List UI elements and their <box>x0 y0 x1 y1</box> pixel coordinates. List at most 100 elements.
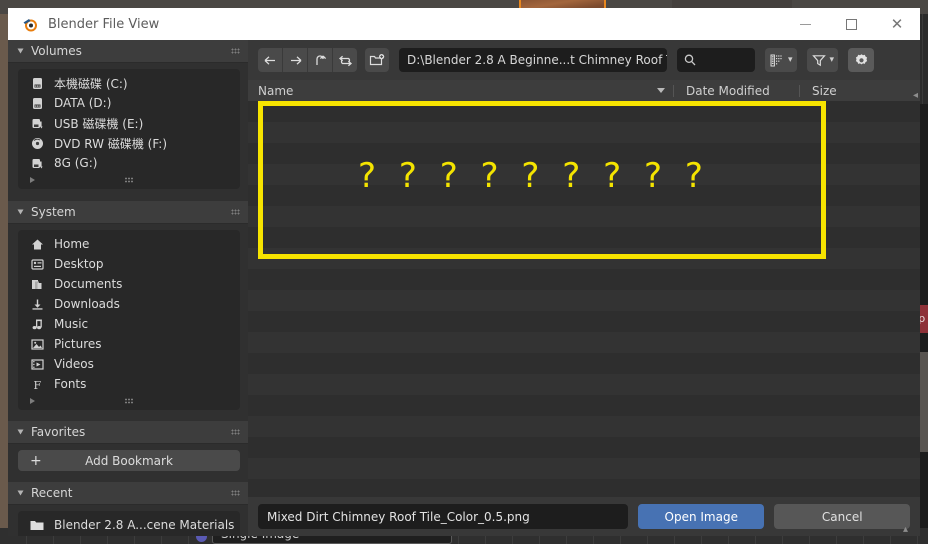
open-image-button[interactable]: Open Image <box>638 504 765 529</box>
file-row[interactable] <box>248 311 920 332</box>
filter-funnel-icon <box>811 53 827 68</box>
sidebar-item-label: DATA (D:) <box>54 96 112 110</box>
chevron-right-icon <box>30 177 35 183</box>
filter-dropdown[interactable]: ▾ <box>806 48 839 72</box>
column-header-name[interactable]: Name <box>248 80 673 101</box>
sidebar-item-label: Pictures <box>54 337 102 351</box>
disk-drive-icon <box>28 95 46 111</box>
navigation-button-group <box>258 48 357 72</box>
chevron-right-icon <box>30 398 35 404</box>
display-mode-dropdown[interactable]: ▾ <box>765 48 797 72</box>
close-button[interactable]: ✕ <box>874 8 920 40</box>
open-image-label: Open Image <box>664 509 738 524</box>
path-input[interactable]: D:\Blender 2.8 A Beginne...t Chimney Roo… <box>399 48 667 72</box>
sidebar-item-volume-c[interactable]: 本機磁碟 (C:) <box>18 73 240 93</box>
chevron-left-icon[interactable]: ◂ <box>913 90 918 101</box>
sidebar-item-documents[interactable]: Documents <box>18 274 240 294</box>
file-row[interactable] <box>248 269 920 290</box>
video-icon <box>28 356 46 372</box>
sidebar-section-system-header[interactable]: System <box>8 201 248 224</box>
sidebar-item-label: Videos <box>54 357 94 371</box>
file-row[interactable] <box>248 395 920 416</box>
missing-glyph-placeholders: ? ? ? ? ? ? ? ? ? <box>358 156 709 196</box>
background-left-edge <box>0 14 8 528</box>
sidebar-section-favorites-header[interactable]: Favorites <box>8 421 248 444</box>
system-more-row[interactable] <box>18 394 240 408</box>
sidebar-item-downloads[interactable]: Downloads <box>18 294 240 314</box>
volumes-more-row[interactable] <box>18 173 240 187</box>
file-list[interactable]: ? ? ? ? ? ? ? ? ? <box>248 101 920 497</box>
file-row[interactable] <box>248 332 920 353</box>
file-row[interactable] <box>248 437 920 458</box>
sidebar: Volumes 本機磁碟 (C:) DATA (D:) USB 磁碟機 (E:)… <box>8 40 248 536</box>
file-row[interactable] <box>248 479 920 497</box>
cancel-button[interactable]: Cancel <box>774 504 910 529</box>
filename-input[interactable]: Mixed Dirt Chimney Roof Tile_Color_0.5.p… <box>258 504 628 529</box>
column-header-row: Name Date Modified Size ◂ <box>248 80 920 101</box>
sidebar-item-volume-e[interactable]: USB 磁碟機 (E:) <box>18 113 240 133</box>
drag-grip-icon[interactable] <box>231 490 240 496</box>
music-note-icon <box>28 316 46 332</box>
sort-descending-icon[interactable] <box>657 88 665 93</box>
file-row[interactable] <box>248 353 920 374</box>
volumes-list: 本機磁碟 (C:) DATA (D:) USB 磁碟機 (E:) DVD RW … <box>18 69 240 189</box>
sidebar-item-volume-f[interactable]: DVD RW 磁碟機 (F:) <box>18 133 240 153</box>
settings-button[interactable] <box>848 48 875 72</box>
search-input[interactable] <box>677 48 755 72</box>
filename-value: Mixed Dirt Chimney Roof Tile_Color_0.5.p… <box>267 509 530 524</box>
sidebar-item-videos[interactable]: Videos <box>18 354 240 374</box>
sidebar-item-volume-d[interactable]: DATA (D:) <box>18 93 240 113</box>
download-icon <box>28 296 46 312</box>
usb-drive-icon <box>28 155 46 171</box>
sidebar-item-desktop[interactable]: Desktop <box>18 254 240 274</box>
file-row[interactable] <box>248 416 920 437</box>
sidebar-item-label: Desktop <box>54 257 104 271</box>
dialog-body: Volumes 本機磁碟 (C:) DATA (D:) USB 磁碟機 (E:)… <box>8 40 920 536</box>
file-view-window: Blender File View ✕ Volumes 本機磁碟 (C:) DA… <box>8 8 920 536</box>
sidebar-item-recent-0[interactable]: Blender 2.8 A...cene Materials <box>18 515 240 535</box>
path-value: D:\Blender 2.8 A Beginne...t Chimney Roo… <box>407 53 667 67</box>
column-header-name-label: Name <box>258 83 294 98</box>
home-icon <box>28 236 46 252</box>
sidebar-item-fonts[interactable]: F Fonts <box>18 374 240 394</box>
file-row[interactable] <box>248 290 920 311</box>
sidebar-item-volume-g[interactable]: 8G (G:) <box>18 153 240 173</box>
disc-icon <box>28 135 46 151</box>
drag-grip-icon[interactable] <box>231 429 240 435</box>
main-area: D:\Blender 2.8 A Beginne...t Chimney Roo… <box>248 40 920 536</box>
sidebar-section-volumes-header[interactable]: Volumes <box>8 40 248 63</box>
parent-directory-button[interactable] <box>308 48 333 72</box>
sidebar-item-pictures[interactable]: Pictures <box>18 334 240 354</box>
sidebar-item-label: Documents <box>54 277 123 291</box>
minimize-button[interactable] <box>782 8 828 40</box>
system-list: Home Desktop Documents Downloads Music P… <box>18 230 240 410</box>
sidebar-item-music[interactable]: Music <box>18 314 240 334</box>
column-header-size[interactable]: Size <box>800 80 837 101</box>
chevron-down-icon: ▾ <box>829 55 835 65</box>
display-mode-icon <box>769 53 785 68</box>
refresh-button[interactable] <box>333 48 357 72</box>
add-bookmark-button[interactable]: + Add Bookmark <box>18 450 240 471</box>
font-icon: F <box>28 376 46 392</box>
sidebar-section-recent-header[interactable]: Recent <box>8 482 248 505</box>
folder-icon <box>28 517 46 533</box>
file-row[interactable] <box>248 458 920 479</box>
sidebar-item-home[interactable]: Home <box>18 234 240 254</box>
drag-grip-icon[interactable] <box>124 177 134 183</box>
new-folder-button[interactable] <box>365 48 389 72</box>
forward-button[interactable] <box>283 48 308 72</box>
chevron-down-icon <box>17 429 24 435</box>
documents-icon <box>28 276 46 292</box>
window-controls: ✕ <box>782 8 920 40</box>
back-button[interactable] <box>258 48 283 72</box>
drag-grip-icon[interactable] <box>231 48 240 54</box>
drag-grip-icon[interactable] <box>124 398 134 404</box>
column-header-date-modified[interactable]: Date Modified <box>674 80 799 101</box>
sidebar-item-label: 8G (G:) <box>54 156 98 170</box>
picture-icon <box>28 336 46 352</box>
new-folder-icon <box>369 53 385 68</box>
maximize-button[interactable] <box>828 8 874 40</box>
chevron-up-icon[interactable]: ▴ <box>903 524 908 535</box>
drag-grip-icon[interactable] <box>231 209 240 215</box>
file-row[interactable] <box>248 374 920 395</box>
